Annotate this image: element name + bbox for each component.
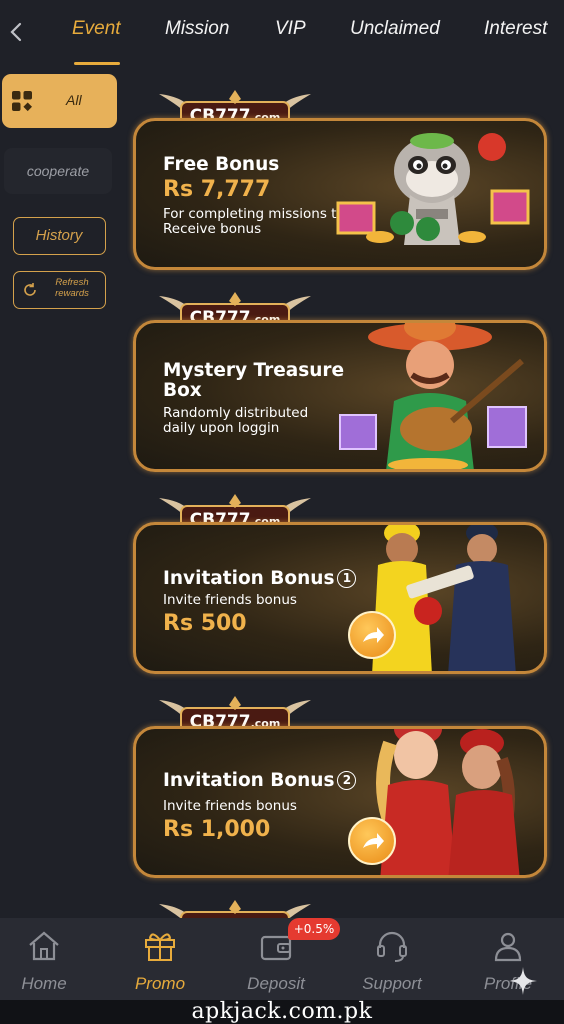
deposit-bonus-badge: +0.5%	[288, 918, 340, 940]
tab-vip[interactable]: VIP	[275, 18, 306, 40]
home-icon	[29, 931, 59, 961]
card-amount: Rs 1,000	[163, 817, 271, 842]
nav-home[interactable]: Home	[0, 918, 100, 1000]
history-button[interactable]: History	[13, 217, 106, 255]
tab-event[interactable]: Event	[72, 18, 121, 40]
sidebar-item-label: All	[66, 92, 82, 108]
back-arrow-icon[interactable]	[6, 18, 28, 46]
card-title: Mystery Treasure Box	[163, 360, 345, 401]
category-sidebar: All cooperate History Refresh rewards	[0, 66, 120, 918]
grid-icon	[12, 91, 32, 112]
card-description: Invite friends bonus	[163, 798, 297, 814]
card-description: Invite friends bonus	[163, 592, 297, 608]
share-arrow-icon	[363, 833, 384, 849]
promo-card-mystery-treasure-box[interactable]: Mystery Treasure Box Randomly distribute…	[133, 320, 547, 472]
nav-label: Support	[362, 974, 422, 993]
headset-icon	[377, 931, 407, 962]
bottom-navigation: Home Promo Deposit Support Profile	[0, 918, 564, 1000]
sparkle-icon	[509, 967, 537, 995]
person-icon	[494, 932, 522, 962]
refresh-rewards-button[interactable]: Refresh rewards	[13, 271, 106, 309]
raccoon-gifts-illustration	[336, 133, 530, 245]
watermark-text: apkjack.com.pk	[0, 1000, 564, 1024]
tab-unclaimed[interactable]: Unclaimed	[350, 18, 440, 40]
mariachi-illustration	[339, 323, 527, 469]
share-arrow-button[interactable]	[348, 611, 396, 659]
tab-mission[interactable]: Mission	[165, 18, 229, 40]
promo-card-free-bonus[interactable]: Free Bonus Rs 7,777 For completing missi…	[133, 118, 547, 270]
card-description: For completing missions to Receive bonus	[163, 206, 345, 237]
nav-promo[interactable]: Promo	[104, 918, 216, 1000]
active-tab-indicator	[74, 62, 120, 65]
share-arrow-icon	[363, 627, 384, 643]
gift-icon	[145, 933, 175, 961]
tab-interest[interactable]: Interest	[484, 18, 547, 40]
card-amount: Rs 500	[163, 611, 247, 636]
refresh-icon	[24, 283, 36, 296]
sidebar-item-label: cooperate	[26, 163, 90, 179]
card-title: Invitation Bonus 1	[163, 569, 357, 589]
history-label: History	[35, 227, 83, 244]
nav-label: Deposit	[247, 974, 305, 993]
card-title: Invitation Bonus 2	[163, 771, 357, 791]
card-description: Randomly distributed daily upon loggin	[163, 405, 309, 436]
nav-support[interactable]: Support	[336, 918, 448, 1000]
share-arrow-button[interactable]	[348, 817, 396, 865]
card-amount: Rs 7,777	[163, 177, 271, 202]
nav-label: Promo	[134, 974, 186, 993]
cb777-logo	[159, 900, 311, 918]
card-title: Free Bonus	[163, 154, 280, 175]
top-tab-bar: Event Mission VIP Unclaimed Interest	[0, 0, 564, 66]
nav-label: Home	[21, 974, 67, 993]
sidebar-item-cooperate[interactable]: cooperate	[4, 148, 112, 194]
sidebar-item-all[interactable]: All	[2, 74, 117, 128]
promo-card-invitation-bonus-2[interactable]: Invitation Bonus 2 Invite friends bonus R…	[133, 726, 547, 878]
promo-card-invitation-bonus-1[interactable]: Invitation Bonus 1 Invite friends bonus R…	[133, 522, 547, 674]
refresh-label: Refresh rewards	[55, 277, 89, 299]
